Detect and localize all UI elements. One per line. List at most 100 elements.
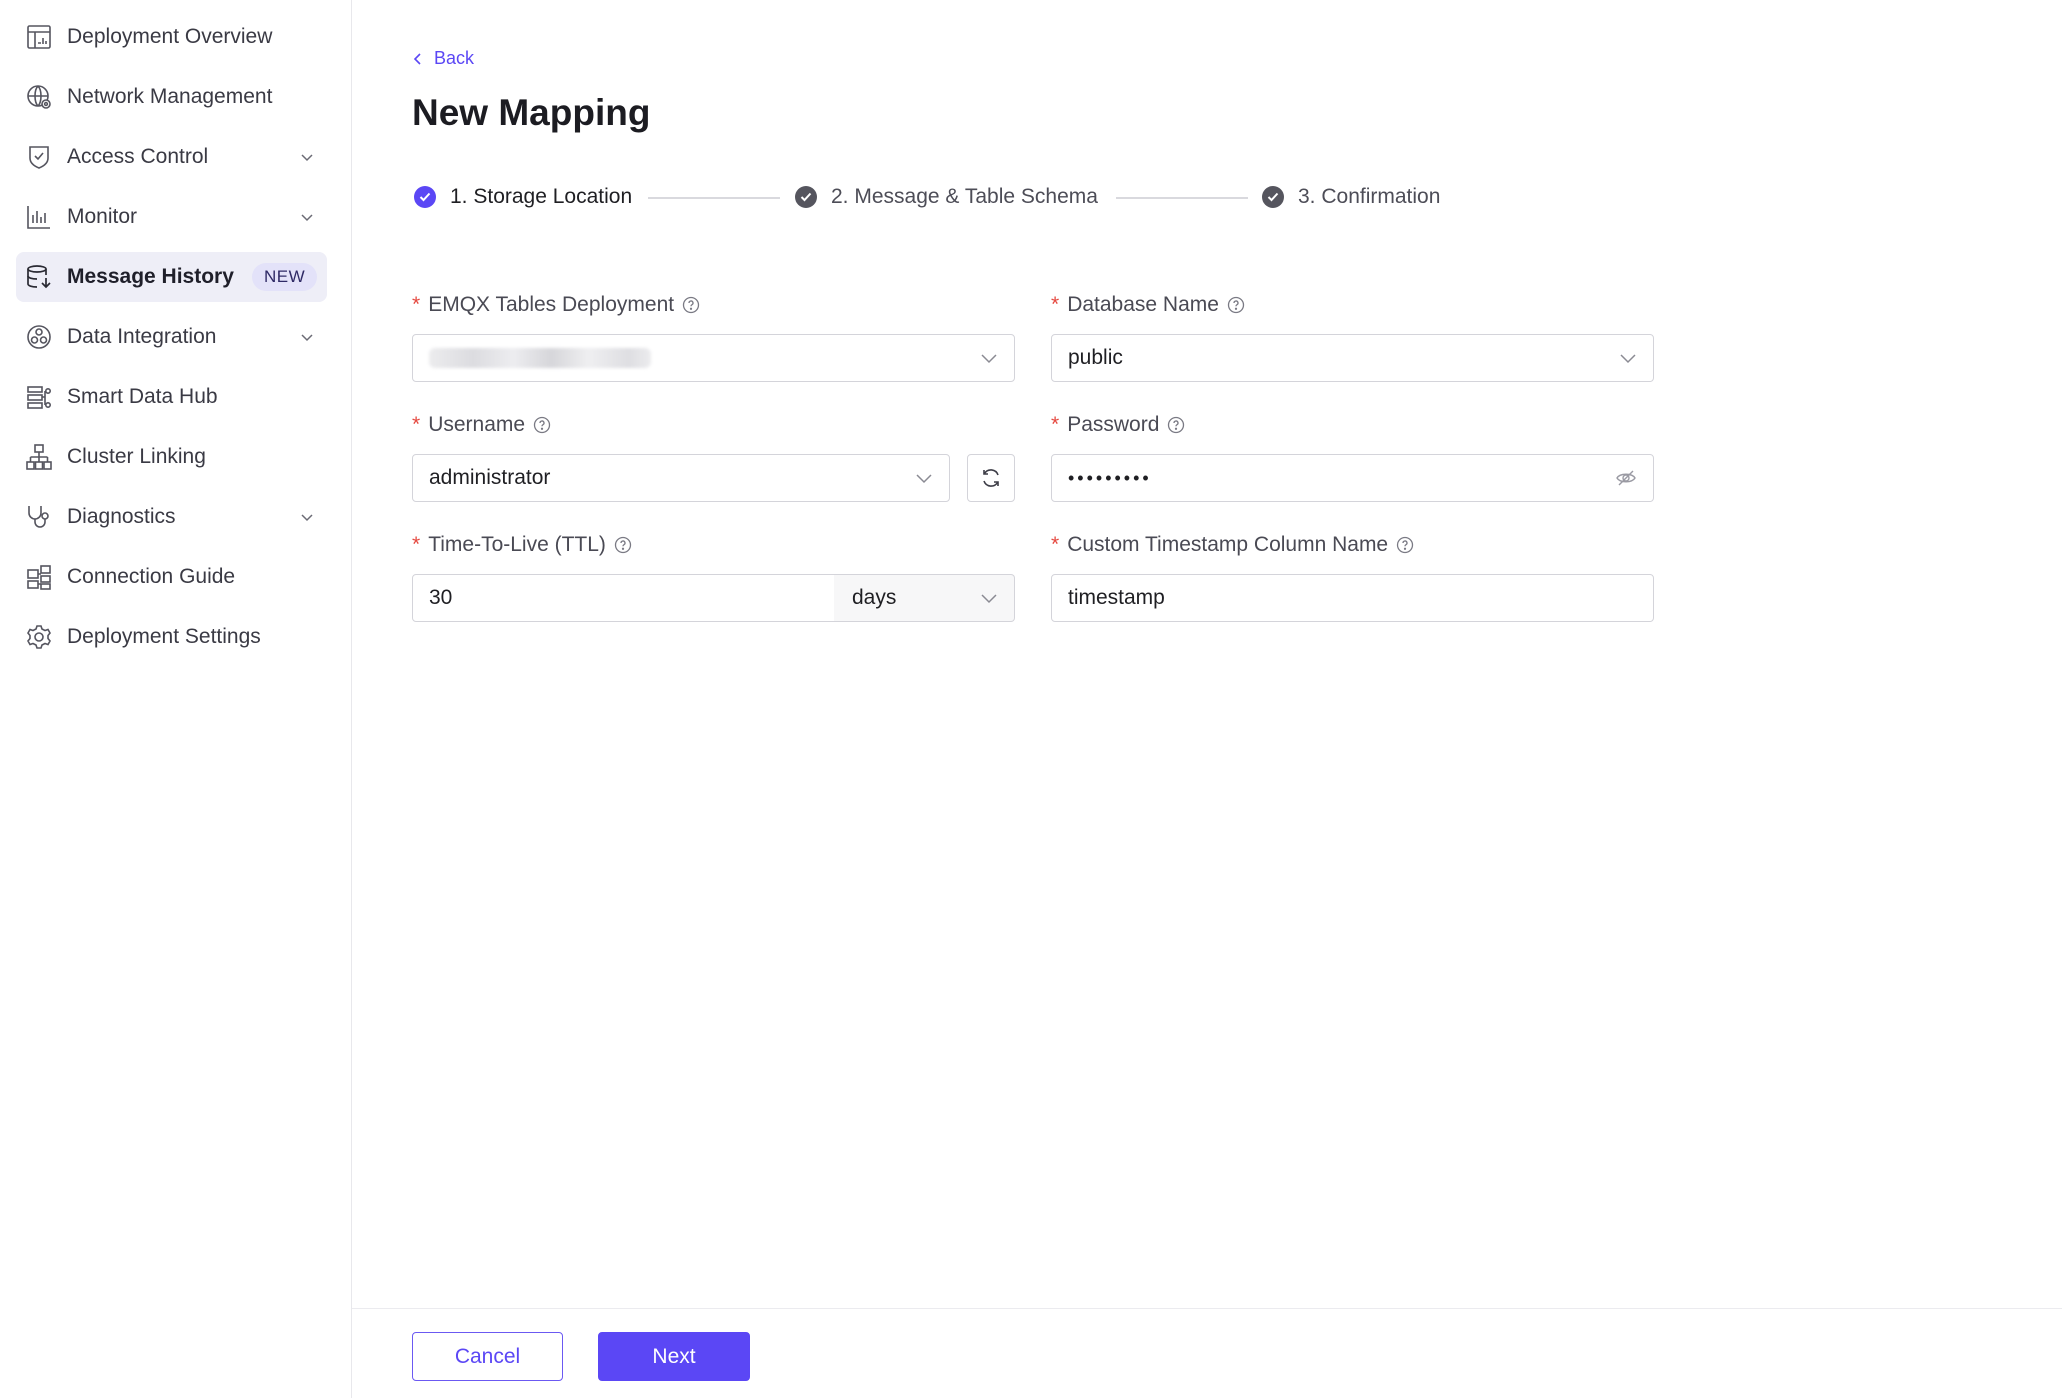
eye-off-icon[interactable] bbox=[1615, 468, 1637, 488]
username-select[interactable]: administrator bbox=[412, 454, 950, 502]
required-mark: * bbox=[412, 413, 421, 436]
stethoscope-icon bbox=[25, 503, 53, 531]
timestamp-column-label: * Custom Timestamp Column Name bbox=[1051, 533, 1414, 557]
ttl-value: 30 bbox=[429, 586, 453, 609]
globe-gear-icon bbox=[25, 83, 53, 111]
step-label: 1. Storage Location bbox=[450, 185, 633, 208]
sidebar-item-network-management[interactable]: Network Management bbox=[16, 72, 327, 122]
step-storage-location[interactable]: 1. Storage Location bbox=[414, 180, 632, 214]
shield-check-icon bbox=[25, 143, 53, 171]
database-value: public bbox=[1068, 346, 1123, 369]
chevron-down-icon bbox=[981, 354, 997, 364]
database-select[interactable]: public bbox=[1051, 334, 1654, 382]
required-mark: * bbox=[1051, 413, 1060, 436]
sidebar-item-connection-guide[interactable]: Connection Guide bbox=[16, 552, 327, 602]
back-link[interactable]: Back bbox=[412, 48, 474, 69]
password-label: * Password bbox=[1051, 413, 1185, 437]
check-circle-icon bbox=[795, 186, 817, 208]
sidebar-item-cluster-linking[interactable]: Cluster Linking bbox=[16, 432, 327, 482]
username-label-text: Username bbox=[428, 413, 526, 436]
step-message-table-schema[interactable]: 2. Message & Table Schema bbox=[795, 180, 1098, 214]
data-hub-icon bbox=[25, 383, 53, 411]
sidebar-item-label: Network Management bbox=[67, 85, 273, 108]
sidebar-item-label: Deployment Settings bbox=[67, 625, 261, 648]
next-button[interactable]: Next bbox=[598, 1332, 750, 1381]
help-icon[interactable] bbox=[614, 536, 632, 554]
deployment-select[interactable] bbox=[412, 334, 1015, 382]
sidebar-item-data-integration[interactable]: Data Integration bbox=[16, 312, 327, 362]
help-icon[interactable] bbox=[1227, 296, 1245, 314]
sidebar-item-label: Message History bbox=[67, 265, 234, 288]
help-icon[interactable] bbox=[533, 416, 551, 434]
database-label: * Database Name bbox=[1051, 293, 1245, 317]
sidebar-item-deployment-settings[interactable]: Deployment Settings bbox=[16, 612, 327, 662]
bar-chart-icon bbox=[25, 203, 53, 231]
chevron-down-icon bbox=[301, 514, 313, 522]
password-field[interactable]: ••••••••• bbox=[1051, 454, 1654, 502]
sidebar-item-label: Diagnostics bbox=[67, 505, 176, 528]
cluster-tree-icon bbox=[25, 443, 53, 471]
required-mark: * bbox=[1051, 533, 1060, 556]
back-label: Back bbox=[434, 48, 475, 68]
database-download-icon bbox=[25, 263, 53, 291]
sidebar-item-label: Deployment Overview bbox=[67, 25, 273, 48]
help-icon[interactable] bbox=[1396, 536, 1414, 554]
username-label: * Username bbox=[412, 413, 551, 437]
required-mark: * bbox=[1051, 293, 1060, 316]
gear-icon bbox=[25, 623, 53, 651]
ttl-label: * Time-To-Live (TTL) bbox=[412, 533, 632, 557]
step-connector bbox=[648, 197, 780, 199]
integration-icon bbox=[25, 323, 53, 351]
stepper: 1. Storage Location 2. Message & Table S… bbox=[412, 180, 1512, 214]
ttl-label-text: Time-To-Live (TTL) bbox=[428, 533, 606, 556]
ttl-input[interactable]: 30 bbox=[412, 574, 835, 622]
sidebar: Deployment Overview Network Management A… bbox=[0, 0, 352, 1398]
step-connector bbox=[1116, 197, 1248, 199]
check-circle-icon bbox=[1262, 186, 1284, 208]
chevron-down-icon bbox=[301, 334, 313, 342]
sidebar-item-label: Access Control bbox=[67, 145, 209, 168]
deployment-label: * EMQX Tables Deployment bbox=[412, 293, 700, 317]
footer-actions: Cancel Next bbox=[352, 1308, 2062, 1398]
refresh-button[interactable] bbox=[967, 454, 1015, 502]
sidebar-item-message-history[interactable]: Message History NEW bbox=[16, 252, 327, 302]
timestamp-column-input[interactable]: timestamp bbox=[1051, 574, 1654, 622]
sidebar-item-smart-data-hub[interactable]: Smart Data Hub bbox=[16, 372, 327, 422]
ttl-unit-value: days bbox=[852, 586, 897, 609]
sidebar-item-label: Data Integration bbox=[67, 325, 217, 348]
sidebar-item-diagnostics[interactable]: Diagnostics bbox=[16, 492, 327, 542]
chevron-down-icon bbox=[981, 594, 997, 604]
sidebar-item-label: Monitor bbox=[67, 205, 138, 228]
chevron-down-icon bbox=[1620, 354, 1636, 364]
sidebar-item-access-control[interactable]: Access Control bbox=[16, 132, 327, 182]
dashboard-icon bbox=[25, 23, 53, 51]
sidebar-item-deployment-overview[interactable]: Deployment Overview bbox=[16, 12, 327, 62]
sidebar-item-label: Smart Data Hub bbox=[67, 385, 218, 408]
app-root: Deployment Overview Network Management A… bbox=[0, 0, 2062, 1398]
ttl-unit-select[interactable]: days bbox=[834, 574, 1015, 622]
database-label-text: Database Name bbox=[1067, 293, 1219, 316]
step-label: 2. Message & Table Schema bbox=[831, 185, 1098, 208]
page-title: New Mapping bbox=[412, 92, 651, 133]
connection-guide-icon bbox=[25, 563, 53, 591]
sidebar-item-label: Cluster Linking bbox=[67, 445, 206, 468]
timestamp-column-value: timestamp bbox=[1068, 586, 1165, 609]
help-icon[interactable] bbox=[1167, 416, 1185, 434]
help-icon[interactable] bbox=[682, 296, 700, 314]
sidebar-item-label: Connection Guide bbox=[67, 565, 236, 588]
sidebar-item-monitor[interactable]: Monitor bbox=[16, 192, 327, 242]
check-circle-icon bbox=[414, 186, 436, 208]
step-confirmation[interactable]: 3. Confirmation bbox=[1262, 180, 1440, 214]
obscured-deployment-value bbox=[429, 348, 651, 368]
chevron-down-icon bbox=[301, 154, 313, 162]
new-badge: NEW bbox=[252, 263, 318, 291]
chevron-down-icon bbox=[301, 214, 313, 222]
chevron-down-icon bbox=[916, 474, 932, 484]
deployment-label-text: EMQX Tables Deployment bbox=[428, 293, 675, 316]
timestamp-column-label-text: Custom Timestamp Column Name bbox=[1067, 533, 1389, 556]
password-value: ••••••••• bbox=[1068, 467, 1152, 488]
username-value: administrator bbox=[429, 466, 551, 489]
refresh-icon bbox=[983, 469, 999, 487]
chevron-left-icon bbox=[413, 52, 421, 65]
cancel-button[interactable]: Cancel bbox=[412, 1332, 563, 1381]
